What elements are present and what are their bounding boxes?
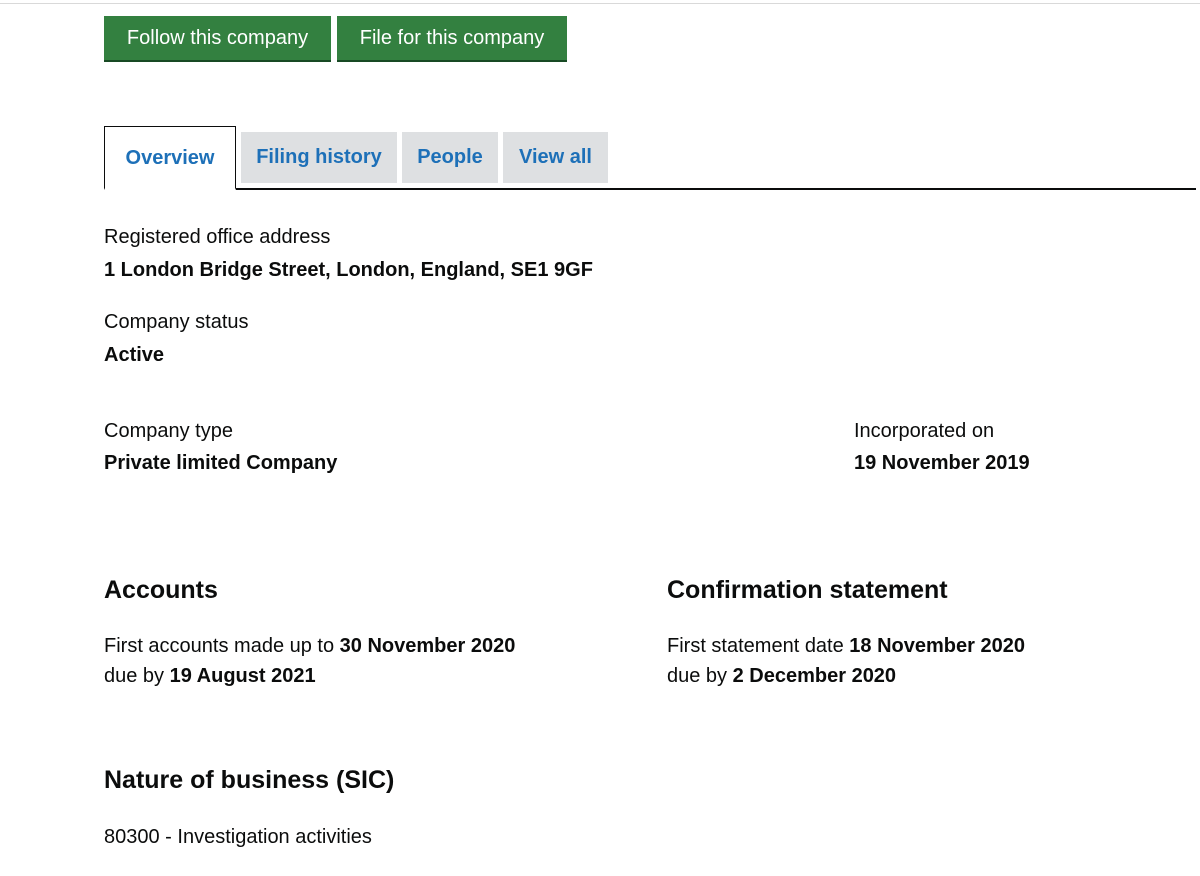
confirmation-heading: Confirmation statement [667,576,948,604]
accounts-first-made-up: First accounts made up to 30 November 20… [104,635,515,658]
incorporated-value: 19 November 2019 [854,452,1030,474]
tab-filing-history[interactable]: Filing history [241,132,397,183]
accounts-due-by: due by 19 August 2021 [104,665,316,688]
confirmation-due-prefix: due by [667,665,733,687]
tab-view-all[interactable]: View all [503,132,608,183]
company-type-label: Company type [104,420,233,442]
file-for-company-button[interactable]: File for this company [337,16,567,62]
confirmation-first-value: 18 November 2020 [849,635,1025,657]
sic-heading: Nature of business (SIC) [104,766,395,794]
accounts-first-prefix: First accounts made up to [104,635,340,657]
accounts-heading: Accounts [104,576,218,604]
tab-people[interactable]: People [402,132,498,183]
company-status-label: Company status [104,311,249,333]
confirmation-due-date: 2 December 2020 [732,665,897,687]
accounts-due-prefix: due by [104,665,170,687]
incorporated-label: Incorporated on [854,420,995,442]
confirmation-first-date: First statement date 18 November 2020 [667,635,1025,658]
company-type-value: Private limited Company [104,452,338,474]
accounts-due-date: 19 August 2021 [169,665,316,687]
follow-company-button[interactable]: Follow this company [104,16,331,62]
confirmation-first-prefix: First statement date [667,635,850,657]
registered-office-label: Registered office address [104,226,331,248]
company-status-value: Active [104,344,165,366]
tabs-divider [104,188,1196,190]
confirmation-due-by: due by 2 December 2020 [667,665,896,688]
tab-overview[interactable]: Overview [104,126,236,190]
top-divider [0,3,1200,4]
accounts-first-date: 30 November 2020 [339,635,516,657]
registered-office-value: 1 London Bridge Street, London, England,… [104,259,593,281]
company-overview-page: Follow this company File for this compan… [0,0,1200,876]
sic-item: 80300 - Investigation activities [104,826,372,848]
